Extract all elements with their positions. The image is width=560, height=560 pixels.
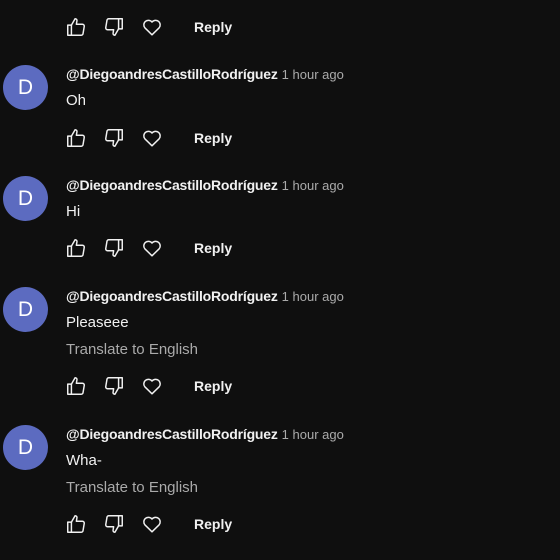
- reply-button[interactable]: Reply: [194, 19, 232, 35]
- reply-button[interactable]: Reply: [194, 240, 232, 256]
- comment-author[interactable]: @DiegoandresCastilloRodríguez: [66, 426, 278, 442]
- avatar[interactable]: D: [3, 176, 48, 221]
- dislike-button[interactable]: [102, 512, 126, 536]
- like-button[interactable]: [64, 126, 88, 150]
- comment-actions: Reply: [64, 374, 232, 398]
- comment-header: @DiegoandresCastilloRodríguez 1 hour ago: [66, 65, 344, 84]
- avatar[interactable]: D: [3, 425, 48, 470]
- comments-panel: Reply D @DiegoandresCastilloRodríguez 1 h…: [0, 0, 560, 560]
- comment-time[interactable]: 1 hour ago: [282, 289, 344, 304]
- translate-link[interactable]: Translate to English: [66, 478, 198, 498]
- comment-text: Pleaseee: [66, 314, 129, 331]
- avatar[interactable]: D: [3, 65, 48, 110]
- comment-time[interactable]: 1 hour ago: [282, 67, 344, 82]
- heart-button[interactable]: [140, 512, 164, 536]
- comment-time[interactable]: 1 hour ago: [282, 178, 344, 193]
- like-button[interactable]: [64, 374, 88, 398]
- thumbs-up-icon: [67, 239, 85, 257]
- avatar[interactable]: D: [3, 287, 48, 332]
- comment-actions: Reply: [64, 236, 232, 260]
- thumbs-down-icon: [105, 129, 123, 147]
- comment-text: Oh: [66, 92, 87, 109]
- thumbs-up-icon: [67, 129, 85, 147]
- comment-actions: Reply: [64, 126, 232, 150]
- comment-actions: Reply: [64, 15, 232, 39]
- reply-button[interactable]: Reply: [194, 378, 232, 394]
- heart-icon: [143, 378, 161, 395]
- reply-button[interactable]: Reply: [194, 516, 232, 532]
- comment-author[interactable]: @DiegoandresCastilloRodríguez: [66, 177, 278, 193]
- comment-header: @DiegoandresCastilloRodríguez 1 hour ago: [66, 176, 344, 195]
- dislike-button[interactable]: [102, 374, 126, 398]
- like-button[interactable]: [64, 15, 88, 39]
- heart-button[interactable]: [140, 236, 164, 260]
- thumbs-up-icon: [67, 515, 85, 533]
- comment-time[interactable]: 1 hour ago: [282, 427, 344, 442]
- comment-author[interactable]: @DiegoandresCastilloRodríguez: [66, 66, 278, 82]
- thumbs-down-icon: [105, 239, 123, 257]
- comment-author[interactable]: @DiegoandresCastilloRodríguez: [66, 288, 278, 304]
- thumbs-up-icon: [67, 18, 85, 36]
- dislike-button[interactable]: [102, 236, 126, 260]
- heart-icon: [143, 19, 161, 36]
- heart-icon: [143, 130, 161, 147]
- reply-button[interactable]: Reply: [194, 130, 232, 146]
- dislike-button[interactable]: [102, 126, 126, 150]
- comment-text: Wha-: [66, 452, 102, 469]
- heart-button[interactable]: [140, 374, 164, 398]
- comment-actions: Reply: [64, 512, 232, 536]
- heart-icon: [143, 240, 161, 257]
- like-button[interactable]: [64, 512, 88, 536]
- thumbs-down-icon: [105, 515, 123, 533]
- comment-header: @DiegoandresCastilloRodríguez 1 hour ago: [66, 287, 344, 306]
- thumbs-down-icon: [105, 18, 123, 36]
- comment-header: @DiegoandresCastilloRodríguez 1 hour ago: [66, 425, 344, 444]
- translate-link[interactable]: Translate to English: [66, 340, 198, 360]
- heart-icon: [143, 516, 161, 533]
- thumbs-down-icon: [105, 377, 123, 395]
- like-button[interactable]: [64, 236, 88, 260]
- thumbs-up-icon: [67, 377, 85, 395]
- dislike-button[interactable]: [102, 15, 126, 39]
- heart-button[interactable]: [140, 126, 164, 150]
- heart-button[interactable]: [140, 15, 164, 39]
- comment-text: Hi: [66, 203, 81, 220]
